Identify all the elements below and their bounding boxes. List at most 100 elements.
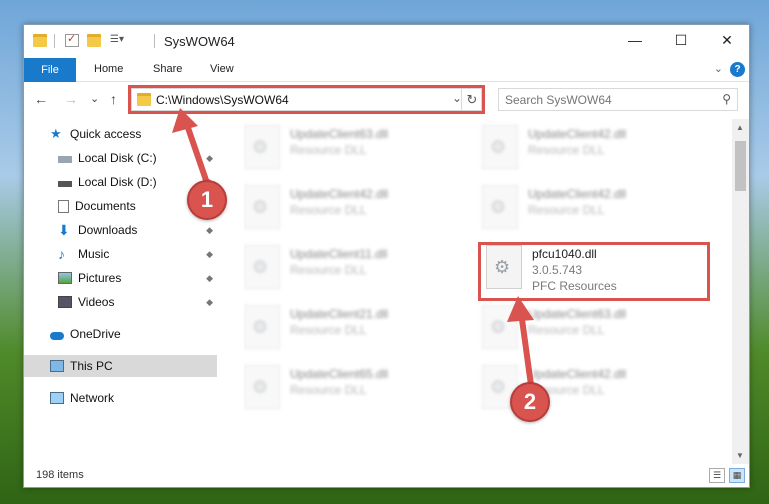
list-item[interactable]: UpdateClient42.dll Resource DLL [482, 181, 712, 237]
file-name: UpdateClient63.dll [528, 307, 627, 321]
file-highlight-box [478, 242, 710, 301]
expand-ribbon-icon[interactable]: ⌄ [714, 62, 723, 75]
close-button[interactable]: ✕ [704, 25, 750, 55]
list-item[interactable]: UpdateClient21.dll Resource DLL [244, 301, 474, 357]
dll-file-icon [482, 305, 518, 349]
dll-file-icon [244, 185, 280, 229]
pin-icon[interactable]: ◆ [206, 225, 213, 236]
dll-file-icon [482, 185, 518, 229]
dll-file-icon [244, 365, 280, 409]
dll-file-icon [244, 305, 280, 349]
folder-icon [33, 34, 47, 47]
navigation-pane: ★ Quick access Local Disk (C:) ◆ Local D… [24, 119, 217, 464]
list-item[interactable]: UpdateClient42.dll Resource DLL [482, 121, 712, 177]
cloud-icon [50, 331, 64, 340]
file-description: Resource DLL [290, 383, 367, 397]
file-name: UpdateClient42.dll [290, 187, 389, 201]
search-icon[interactable]: ⚲ [722, 92, 731, 106]
file-name: UpdateClient65.dll [290, 367, 389, 381]
list-item[interactable]: UpdateClient42.dll Resource DLL [244, 181, 474, 237]
divider [54, 34, 55, 48]
customize-toolbar-icon[interactable]: ☰▾ [110, 34, 124, 47]
recent-locations-button[interactable]: ⌄ [90, 92, 99, 105]
file-description: Resource DLL [290, 143, 367, 157]
network-icon [50, 392, 64, 404]
file-name: UpdateClient21.dll [290, 307, 389, 321]
forward-button[interactable]: → [64, 91, 78, 107]
vertical-scrollbar[interactable]: ▲ ▼ [732, 119, 749, 464]
divider [154, 34, 155, 48]
sidebar-item-label: Quick access [70, 127, 142, 141]
file-description: Resource DLL [290, 263, 367, 277]
search-input[interactable] [499, 89, 699, 110]
sidebar-item-pictures[interactable]: Pictures ◆ [24, 267, 217, 289]
downloads-icon: ⬇ [58, 222, 70, 238]
tab-share[interactable]: Share [153, 63, 182, 75]
sidebar-item-label: Downloads [78, 223, 138, 237]
dll-file-icon [244, 245, 280, 289]
minimize-button[interactable]: — [612, 25, 658, 55]
window-title: SysWOW64 [164, 34, 235, 49]
ribbon-tabs: File Home Share View ⌄ ? [24, 58, 749, 82]
list-item[interactable]: UpdateClient11.dll Resource DLL [244, 241, 474, 297]
properties-icon[interactable]: ✓ [65, 33, 79, 47]
dll-file-icon [482, 125, 518, 169]
file-name: UpdateClient11.dll [290, 247, 388, 261]
large-icons-view-icon[interactable]: ▦ [729, 468, 745, 483]
up-button[interactable]: ↑ [110, 91, 117, 107]
details-view-icon[interactable]: ☰ [709, 468, 725, 483]
scroll-up-icon[interactable]: ▲ [736, 123, 744, 132]
file-description: Resource DLL [528, 203, 605, 217]
computer-icon [50, 360, 64, 372]
sidebar-item-videos[interactable]: Videos ◆ [24, 291, 217, 313]
tab-file[interactable]: File [24, 58, 76, 82]
item-count: 198 items [36, 469, 84, 481]
drive-icon [58, 156, 72, 163]
status-bar: 198 items ☰ ▦ [24, 465, 749, 487]
scroll-down-icon[interactable]: ▼ [736, 451, 744, 460]
callout-badge-2: 2 [510, 382, 550, 422]
search-box[interactable]: ⚲ [498, 88, 738, 111]
sidebar-item-onedrive[interactable]: OneDrive [24, 323, 217, 345]
list-item[interactable]: UpdateClient63.dll Resource DLL [244, 121, 474, 177]
sidebar-item-network[interactable]: Network [24, 387, 217, 409]
pin-icon[interactable]: ◆ [206, 273, 213, 284]
pin-icon[interactable]: ◆ [206, 249, 213, 260]
videos-icon [58, 296, 72, 308]
back-button[interactable]: ← [34, 91, 48, 107]
sidebar-item-label: Documents [75, 199, 136, 213]
sidebar-item-music[interactable]: ♪ Music ◆ [24, 243, 217, 265]
sidebar-item-label: Music [78, 247, 110, 261]
maximize-button[interactable]: ☐ [658, 25, 704, 55]
file-name: UpdateClient42.dll [528, 367, 627, 381]
pin-icon[interactable]: ◆ [206, 153, 213, 164]
pin-icon[interactable]: ◆ [206, 297, 213, 308]
tab-home[interactable]: Home [94, 63, 123, 75]
help-icon[interactable]: ? [730, 62, 745, 77]
music-icon: ♪ [58, 246, 65, 262]
pictures-icon [58, 272, 72, 284]
new-folder-icon[interactable] [87, 34, 101, 47]
star-icon: ★ [50, 126, 62, 141]
file-description: Resource DLL [528, 323, 605, 337]
sidebar-item-local-disk-d[interactable]: Local Disk (D:) ◆ [24, 171, 217, 193]
list-item[interactable]: UpdateClient65.dll Resource DLL [244, 361, 474, 417]
file-name: UpdateClient63.dll [290, 127, 389, 141]
file-description: Resource DLL [290, 323, 367, 337]
file-name: UpdateClient42.dll [528, 187, 627, 201]
sidebar-item-label: Videos [78, 295, 115, 309]
sidebar-item-local-disk-c[interactable]: Local Disk (C:) ◆ [24, 147, 217, 169]
scrollbar-thumb[interactable] [735, 141, 746, 191]
address-highlight-box [128, 85, 485, 114]
tab-view[interactable]: View [210, 63, 234, 75]
file-description: Resource DLL [290, 203, 367, 217]
explorer-window: ✓ ☰▾ SysWOW64 — ☐ ✕ File Home Share View… [23, 24, 750, 488]
list-item[interactable]: UpdateClient63.dll Resource DLL [482, 301, 712, 357]
sidebar-item-label: This PC [70, 359, 113, 373]
sidebar-item-label: Local Disk (C:) [78, 151, 157, 165]
sidebar-item-label: OneDrive [70, 327, 121, 341]
sidebar-item-downloads[interactable]: ⬇ Downloads ◆ [24, 219, 217, 241]
sidebar-item-quick-access[interactable]: ★ Quick access [24, 123, 217, 145]
sidebar-item-label: Pictures [78, 271, 122, 285]
sidebar-item-this-pc[interactable]: This PC [24, 355, 217, 377]
